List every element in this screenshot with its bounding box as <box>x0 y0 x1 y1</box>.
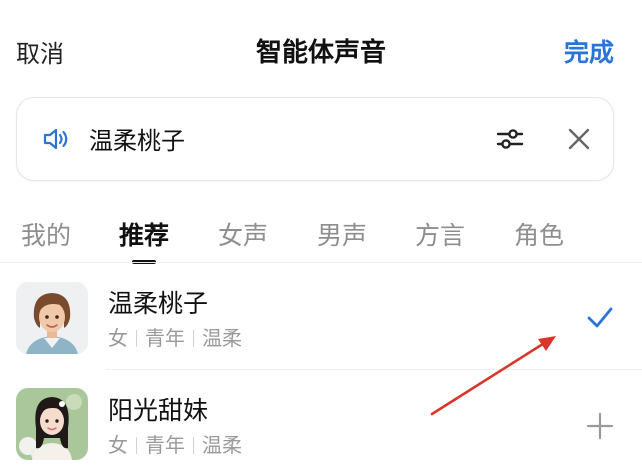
tag-gender: 女 <box>108 433 128 457</box>
tag-age: 青年 <box>145 433 185 457</box>
tab-recommended[interactable]: 推荐 <box>119 216 169 252</box>
tab-dialect[interactable]: 方言 <box>415 216 465 252</box>
page-title: 智能体声音 <box>255 38 386 68</box>
tab-mine[interactable]: 我的 <box>21 216 71 252</box>
tab-male[interactable]: 男声 <box>317 216 367 252</box>
voice-category-tabs: 我的 推荐 女声 男声 方言 角色 <box>0 208 642 264</box>
tag-separator <box>136 330 137 347</box>
tag-style: 温柔 <box>202 326 242 350</box>
voice-list-item[interactable]: 阳光甜妹 女青年 温柔 <box>0 375 642 475</box>
voice-name: 阳光甜妹 <box>108 396 209 425</box>
adjust-icon[interactable] <box>494 123 526 155</box>
tag-separator <box>136 437 137 454</box>
voice-tags: 女青年 温柔 <box>108 322 242 351</box>
avatar <box>16 282 88 354</box>
tag-age: 青年 <box>145 326 185 350</box>
avatar <box>16 388 88 460</box>
tag-separator <box>193 437 194 454</box>
current-voice-bar: 温柔桃子 <box>16 97 614 181</box>
tab-female[interactable]: 女声 <box>218 216 268 252</box>
done-button[interactable]: 完成 <box>564 33 614 69</box>
tag-separator <box>193 330 194 347</box>
speaker-icon[interactable] <box>41 124 71 154</box>
check-icon[interactable] <box>586 304 614 332</box>
voice-list-item[interactable]: 温柔桃子 女青年 温柔 <box>0 268 642 368</box>
close-icon[interactable] <box>565 125 593 153</box>
tab-character[interactable]: 角色 <box>514 216 564 252</box>
voice-name: 温柔桃子 <box>108 289 209 318</box>
header: 取消 智能体声音 完成 <box>0 0 642 100</box>
tag-gender: 女 <box>108 326 128 350</box>
current-voice-name: 温柔桃子 <box>89 127 185 155</box>
plus-icon[interactable] <box>586 412 614 440</box>
row-divider <box>106 369 642 370</box>
tag-style: 温柔 <box>202 433 242 457</box>
voice-tags: 女青年 温柔 <box>108 429 242 458</box>
tabs-divider <box>0 262 642 263</box>
